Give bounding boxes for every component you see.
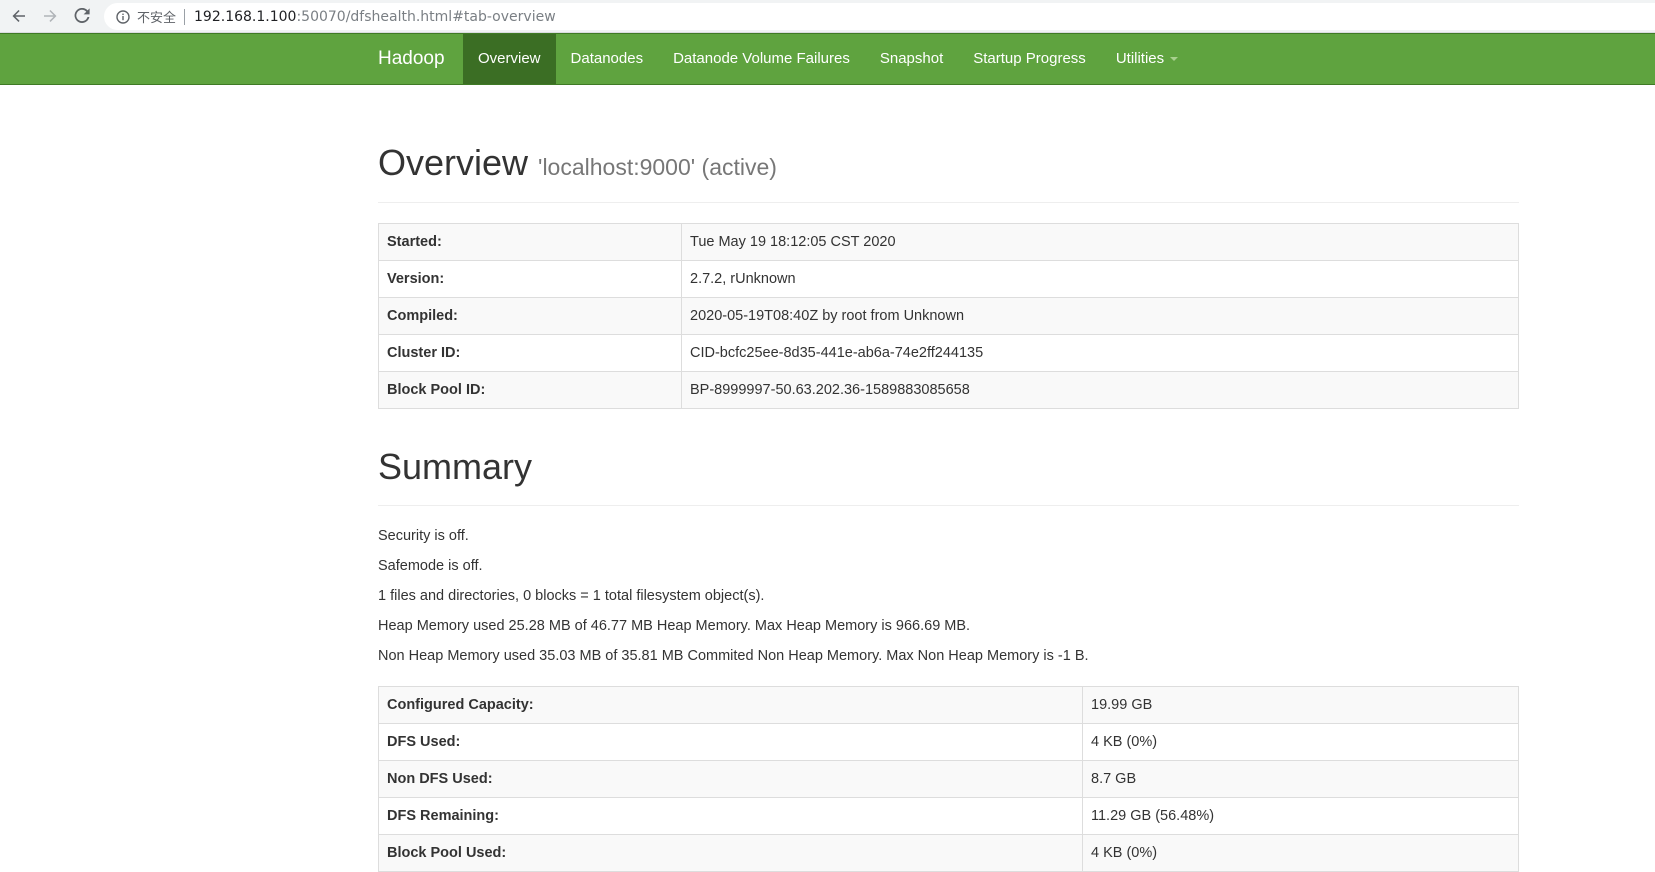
safemode-status: Safemode is off.: [378, 558, 483, 575]
table-row: Started: Tue May 19 18:12:05 CST 2020: [378, 222, 1519, 261]
row-key: Started:: [378, 222, 682, 261]
info-icon[interactable]: [116, 9, 130, 24]
table-row: Compiled: 2020-05-19T08:40Z by root from…: [378, 296, 1519, 335]
tab-utilities[interactable]: Utilities: [1101, 34, 1193, 84]
nav-tabs: Overview Datanodes Datanode Volume Failu…: [463, 34, 1193, 84]
brand-link[interactable]: Hadoop: [378, 34, 445, 84]
caret-down-icon: [1170, 57, 1179, 61]
row-key: Cluster ID:: [378, 333, 682, 372]
row-value: 4 KB (0%): [1082, 723, 1519, 762]
forward-arrow-icon[interactable]: [39, 5, 61, 27]
row-key: Version:: [378, 259, 682, 298]
table-row: DFS Remaining: 11.29 GB (56.48%): [378, 797, 1519, 836]
row-value: CID-bcfc25ee-8d35-441e-ab6a-74e2ff244135: [681, 333, 1519, 372]
tab-datanode-volume-failures[interactable]: Datanode Volume Failures: [658, 34, 865, 84]
table-row: Configured Capacity: 19.99 GB: [378, 686, 1519, 725]
summary-header: Summary: [378, 445, 1519, 507]
non-heap-memory: Non Heap Memory used 35.03 MB of 35.81 M…: [378, 648, 1089, 665]
row-key: Block Pool ID:: [378, 370, 682, 409]
row-key: DFS Used:: [378, 723, 1083, 762]
namenode-subtitle: 'localhost:9000' (active): [538, 154, 777, 180]
navbar: Hadoop Overview Datanodes Datanode Volum…: [0, 33, 1655, 85]
table-row: Block Pool ID: BP-8999997-50.63.202.36-1…: [378, 370, 1519, 409]
row-key: Non DFS Used:: [378, 760, 1083, 799]
tab-datanodes[interactable]: Datanodes: [556, 34, 659, 84]
row-value: Tue May 19 18:12:05 CST 2020: [681, 222, 1519, 261]
heap-memory: Heap Memory used 25.28 MB of 46.77 MB He…: [378, 618, 971, 635]
summary-table: Configured Capacity: 19.99 GB DFS Used: …: [378, 686, 1519, 872]
overview-header: Overview 'localhost:9000' (active): [378, 143, 1519, 203]
url-host: 192.168.1.100: [194, 8, 297, 25]
back-arrow-icon[interactable]: [8, 5, 30, 27]
row-value: 8.7 GB: [1082, 760, 1519, 799]
table-row: Non DFS Used: 8.7 GB: [378, 760, 1519, 799]
tab-snapshot[interactable]: Snapshot: [865, 34, 958, 84]
tab-startup-progress[interactable]: Startup Progress: [958, 34, 1101, 84]
row-value: 19.99 GB: [1082, 686, 1519, 725]
row-key: Block Pool Used:: [378, 834, 1083, 872]
security-label: 不安全: [137, 11, 177, 26]
overview-table: Started: Tue May 19 18:12:05 CST 2020 Ve…: [378, 222, 1519, 409]
summary-lines: Security is off. Safemode is off. 1 file…: [378, 526, 1519, 666]
filesystem-objects: 1 files and directories, 0 blocks = 1 to…: [378, 588, 765, 605]
row-value: 2.7.2, rUnknown: [681, 259, 1519, 298]
security-status: Security is off.: [378, 528, 469, 545]
tab-utilities-label: Utilities: [1115, 50, 1165, 67]
row-value: 11.29 GB (56.48%): [1082, 797, 1519, 836]
row-key: Configured Capacity:: [378, 686, 1083, 725]
row-value: 2020-05-19T08:40Z by root from Unknown: [681, 296, 1519, 335]
row-key: Compiled:: [378, 296, 682, 335]
omnibox-divider: [184, 8, 186, 25]
row-key: DFS Remaining:: [378, 797, 1083, 836]
url-path: :50070/dfshealth.html#tab-overview: [296, 8, 556, 25]
reload-icon[interactable]: [71, 5, 93, 27]
tab-overview[interactable]: Overview: [463, 34, 556, 84]
summary-heading: Summary: [378, 445, 533, 487]
table-row: Cluster ID: CID-bcfc25ee-8d35-441e-ab6a-…: [378, 333, 1519, 372]
table-row: Block Pool Used: 4 KB (0%): [378, 834, 1519, 872]
table-row: DFS Used: 4 KB (0%): [378, 723, 1519, 762]
main-content: Overview 'localhost:9000' (active) Start…: [378, 85, 1519, 872]
address-bar[interactable]: 不安全 192.168.1.100:50070/dfshealth.html#t…: [104, 3, 1655, 30]
row-value: BP-8999997-50.63.202.36-1589883085658: [681, 370, 1519, 409]
overview-heading: Overview 'localhost:9000' (active): [378, 143, 1519, 183]
row-value: 4 KB (0%): [1082, 834, 1519, 872]
page-title: Overview: [378, 142, 529, 183]
browser-toolbar: 不安全 192.168.1.100:50070/dfshealth.html#t…: [0, 0, 1655, 33]
table-row: Version: 2.7.2, rUnknown: [378, 259, 1519, 298]
